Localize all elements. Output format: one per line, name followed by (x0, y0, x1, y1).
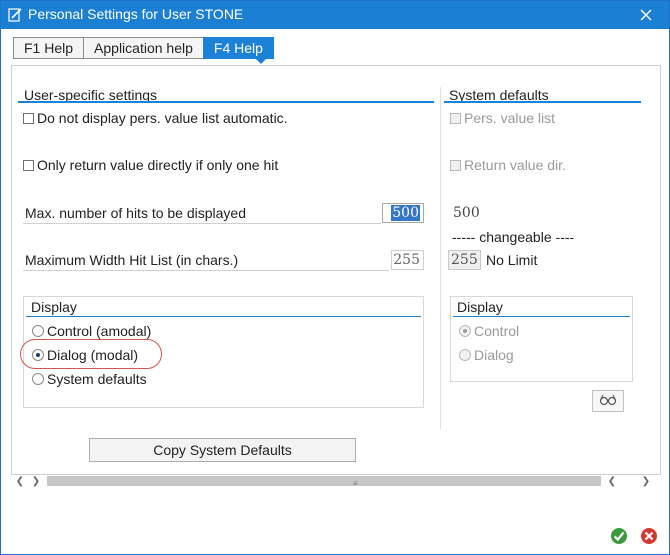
radio-label: System defaults (47, 371, 147, 387)
sys-width-value: 255 (448, 250, 481, 270)
title-bar: Personal Settings for User STONE (1, 1, 669, 29)
scroll-left-small-icon[interactable]: ❮ (605, 474, 619, 488)
user-display-title-line (26, 316, 421, 317)
checkbox-label: Do not display pers. value list automati… (37, 110, 288, 126)
user-settings-title-line (18, 101, 434, 103)
max-hits-input[interactable]: 500 (382, 203, 424, 223)
checkbox-box[interactable] (23, 159, 34, 171)
user-display-title: Display (31, 299, 77, 315)
radio-label: Control (amodal) (47, 323, 152, 339)
checkbox-label: Only return value directly if only one h… (37, 157, 279, 173)
tab-application-help[interactable]: Application help (83, 37, 203, 59)
cancel-icon (640, 527, 658, 548)
checkbox-label: Return value dir. (464, 157, 566, 173)
tab-strip: F1 Help Application help F4 Help (13, 37, 274, 59)
max-hits-label: Max. number of hits to be displayed (25, 205, 247, 221)
scroll-right-small-icon[interactable]: ❯ (29, 474, 43, 488)
max-width-input[interactable]: 255 (391, 250, 424, 270)
cancel-button[interactable] (638, 527, 660, 547)
scroll-grip-icon: ≡ (353, 479, 358, 488)
radio-button (459, 349, 471, 361)
close-button[interactable] (629, 3, 663, 27)
max-hits-underline (23, 223, 381, 224)
radio-button (459, 325, 471, 337)
max-width-label: Maximum Width Hit List (in chars.) (25, 252, 239, 268)
active-tab-pointer (255, 58, 267, 64)
sys-radio-control: Control (459, 323, 519, 339)
no-limit-label: No Limit (486, 252, 538, 268)
horizontal-scrollbar[interactable]: ❮ ❯ ≡ ❮ ❯ (11, 474, 661, 489)
scroll-right-icon[interactable]: ❯ (639, 474, 653, 488)
checkbox-label: Pers. value list (464, 110, 556, 126)
scroll-left-icon[interactable]: ❮ (13, 474, 27, 488)
sys-display-title-line (453, 316, 630, 317)
checkmark-icon (610, 527, 628, 548)
radio-button[interactable] (32, 325, 44, 337)
sys-pers-value-list-checkbox: Pers. value list (450, 110, 555, 126)
pencil-document-icon (8, 7, 23, 22)
tab-f1-help[interactable]: F1 Help (13, 37, 84, 59)
sys-max-hits-value: 500 (453, 205, 480, 221)
radio-label: Dialog (474, 347, 514, 363)
radio-control-amodal[interactable]: Control (amodal) (32, 323, 151, 339)
no-display-list-checkbox[interactable]: Do not display pers. value list automati… (23, 110, 288, 126)
scroll-thumb[interactable]: ≡ (47, 476, 601, 488)
sys-display-group: Display (450, 296, 633, 382)
checkbox-box[interactable] (23, 112, 34, 124)
changeable-label: ----- changeable ---- (452, 229, 575, 245)
window-title: Personal Settings for User STONE (28, 6, 244, 22)
ok-button[interactable] (608, 527, 630, 547)
display-settings-button[interactable] (592, 390, 624, 412)
max-width-underline (23, 270, 389, 271)
radio-label: Control (474, 323, 520, 339)
radio-button[interactable] (32, 373, 44, 385)
system-defaults-group: System defaults (444, 85, 641, 103)
dialog-window: Personal Settings for User STONE F1 Help… (0, 0, 670, 555)
checkbox-box (450, 112, 461, 124)
only-return-value-checkbox[interactable]: Only return value directly if only one h… (23, 157, 278, 173)
sys-radio-dialog: Dialog (459, 347, 514, 363)
system-defaults-title-line (444, 101, 641, 103)
radio-system-defaults[interactable]: System defaults (32, 371, 147, 387)
highlight-annotation (20, 339, 162, 369)
sys-return-value-checkbox: Return value dir. (450, 157, 566, 173)
checkbox-box (450, 159, 461, 171)
tab-f4-help[interactable]: F4 Help (202, 37, 274, 59)
glasses-icon (598, 393, 618, 410)
column-separator (440, 87, 441, 429)
sys-display-title: Display (457, 299, 503, 315)
copy-system-defaults-button[interactable]: Copy System Defaults (89, 438, 356, 462)
close-icon (640, 9, 652, 21)
